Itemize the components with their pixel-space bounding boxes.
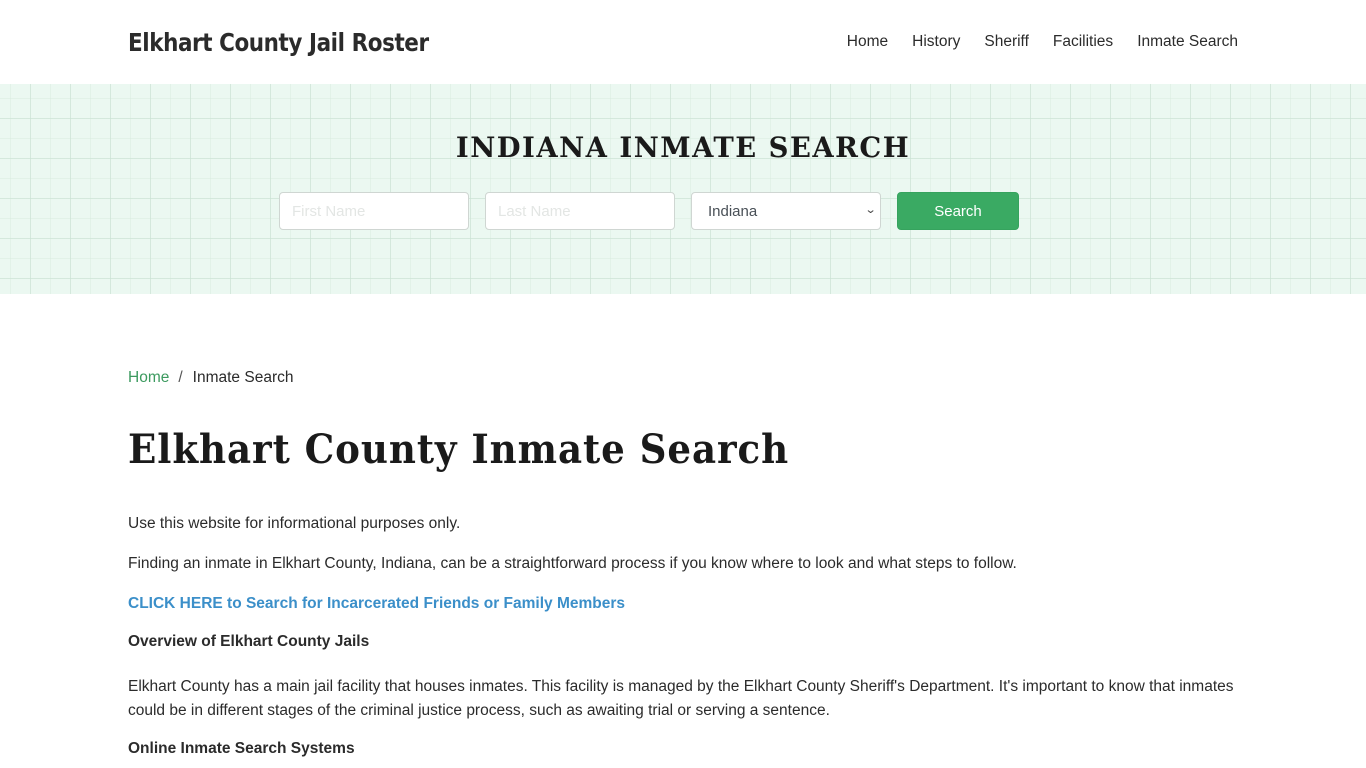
nav-item-home[interactable]: Home [847, 33, 888, 51]
nav-item-history[interactable]: History [912, 33, 960, 51]
breadcrumb-separator: / [178, 369, 183, 386]
last-name-input[interactable] [485, 192, 675, 230]
site-brand-link[interactable]: Elkhart County Jail Roster [128, 28, 429, 57]
overview-paragraph: Elkhart County has a main jail facility … [128, 678, 1234, 719]
hero-search-banner: INDIANA INMATE SEARCH Indiana ⌄ Search [0, 84, 1366, 294]
state-select-wrapper: Indiana ⌄ [691, 192, 881, 230]
nav-item-facilities[interactable]: Facilities [1053, 33, 1113, 51]
main-nav: Home History Sheriff Facilities Inmate S… [823, 33, 1238, 51]
intro-paragraph: Use this website for informational purpo… [128, 515, 461, 532]
state-select[interactable]: Indiana [691, 192, 881, 230]
first-name-input[interactable] [279, 192, 469, 230]
page-title: Elkhart County Inmate Search [128, 426, 790, 473]
breadcrumb: Home / Inmate Search [128, 369, 1238, 387]
main-content: Home / Inmate Search Elkhart County Inma… [0, 369, 1366, 761]
section-heading-online-search: Online Inmate Search Systems [128, 740, 355, 757]
breadcrumb-home-link[interactable]: Home [128, 369, 169, 387]
hero-title: INDIANA INMATE SEARCH [455, 131, 911, 164]
site-header: Elkhart County Jail Roster Home History … [0, 0, 1366, 84]
inmate-search-form: Indiana ⌄ Search [279, 192, 1019, 230]
breadcrumb-current: Inmate Search [192, 369, 294, 386]
lead-paragraph: Finding an inmate in Elkhart County, Ind… [128, 555, 1017, 572]
search-friends-family-link[interactable]: CLICK HERE to Search for Incarcerated Fr… [128, 592, 1238, 616]
search-button[interactable]: Search [897, 192, 1019, 230]
nav-item-inmate-search[interactable]: Inmate Search [1137, 33, 1238, 51]
article-body: Use this website for informational purpo… [128, 512, 1238, 761]
section-heading-overview: Overview of Elkhart County Jails [128, 633, 370, 650]
nav-item-sheriff[interactable]: Sheriff [984, 33, 1029, 51]
